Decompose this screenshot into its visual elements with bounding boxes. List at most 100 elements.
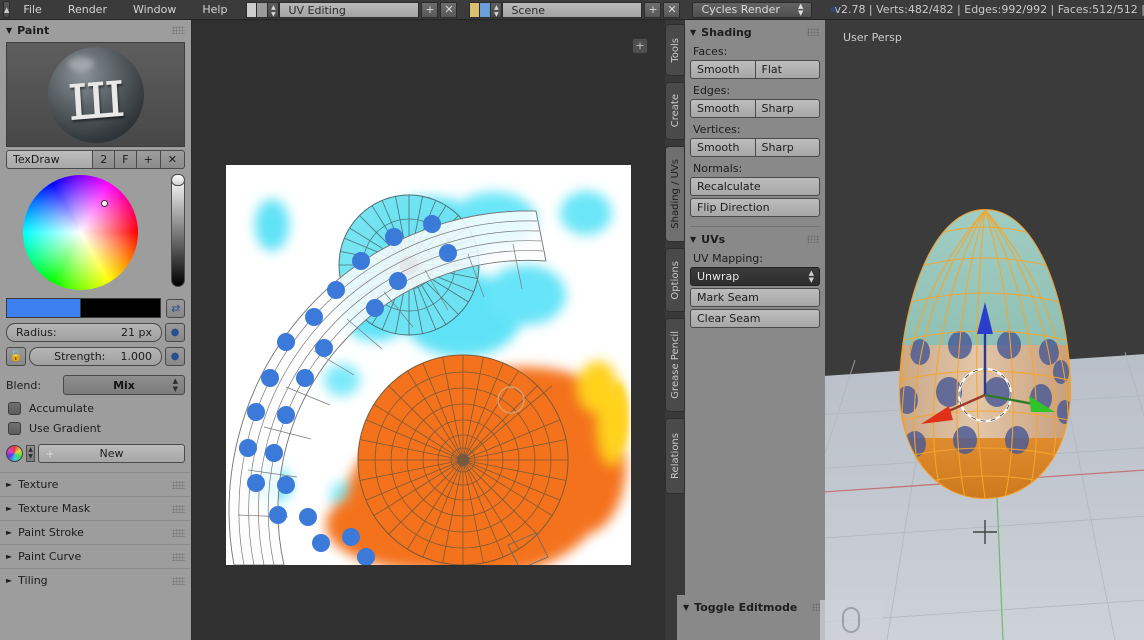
strength-field[interactable]: Strength: 1.000 — [29, 347, 162, 366]
brush-users-count[interactable]: 2 — [93, 150, 115, 169]
blend-mode-dropdown[interactable]: Mix ▲▼ — [63, 375, 185, 395]
use-gradient-row[interactable]: Use Gradient — [8, 422, 185, 435]
layout-spinner-icon[interactable]: ▲▼ — [268, 2, 279, 18]
panel-paint-stroke[interactable]: ► Paint Stroke — [0, 520, 191, 544]
brush-preview[interactable]: ш — [6, 42, 185, 147]
recalculate-normals-button[interactable]: Recalculate — [690, 177, 820, 196]
strength-lock-icon[interactable]: 🔓 — [6, 347, 26, 366]
strength-label: Strength: — [54, 350, 105, 363]
uv-mapping-dropdown[interactable]: Unwrap ▲▼ — [690, 267, 820, 286]
panel-texture-mask[interactable]: ► Texture Mask — [0, 496, 191, 520]
new-texture-button[interactable]: + New — [38, 444, 185, 463]
triangle-right-icon: ► — [6, 576, 12, 585]
vertices-sharp-button[interactable]: Sharp — [756, 138, 821, 157]
color-wheel-cursor[interactable] — [101, 200, 108, 207]
paint-panel-header[interactable]: ▼ Paint — [0, 20, 191, 40]
blender-window: ▲ File Render Window Help ▲▼ UV Editing … — [0, 0, 1144, 640]
scene-spinner-icon[interactable]: ▲▼ — [491, 2, 502, 18]
tab-tools[interactable]: Tools — [665, 24, 685, 76]
vertices-smooth-button[interactable]: Smooth — [690, 138, 756, 157]
texture-browse-spinner-icon[interactable]: ▲▼ — [26, 445, 35, 462]
panel-paint-stroke-label: Paint Stroke — [18, 526, 84, 539]
shading-section-header[interactable]: ▼ Shading — [690, 20, 820, 40]
tab-grease-pencil[interactable]: Grease Pencil — [665, 318, 685, 412]
edges-sharp-button[interactable]: Sharp — [756, 99, 821, 118]
toggle-editmode-header[interactable]: ▼ Toggle Editmode — [677, 595, 825, 615]
brush-preview-sphere: ш — [48, 47, 144, 143]
brush-new-button[interactable]: + — [137, 150, 161, 169]
uv-panel-expand-handle[interactable]: + — [632, 38, 648, 54]
value-slider-knob[interactable] — [171, 174, 185, 186]
panel-grip-icon — [172, 26, 185, 34]
use-gradient-checkbox[interactable] — [8, 422, 21, 435]
brush-fake-user-button[interactable]: F — [115, 150, 136, 169]
faces-smooth-button[interactable]: Smooth — [690, 60, 756, 79]
render-engine-dropdown[interactable]: Cycles Render ▲▼ — [692, 2, 812, 18]
triangle-down-icon: ▼ — [683, 603, 689, 612]
uv-canvas[interactable] — [226, 165, 631, 565]
tab-relations-label: Relations — [670, 428, 681, 484]
add-scene-button[interactable]: + — [644, 2, 661, 18]
accumulate-checkbox[interactable] — [8, 402, 21, 415]
menu-help[interactable]: Help — [189, 0, 240, 20]
uv-image-editor[interactable]: + — [192, 20, 665, 640]
scene-selector[interactable]: ▲▼ Scene + ✕ — [469, 1, 680, 18]
normals-label: Normals: — [693, 162, 820, 175]
panel-grip-icon — [807, 235, 820, 243]
blend-row: Blend: Mix ▲▼ — [6, 375, 185, 395]
chevron-updown-icon: ▲▼ — [173, 377, 178, 393]
add-layout-button[interactable]: + — [421, 2, 438, 18]
strength-row: 🔓 Strength: 1.000 ● — [6, 347, 185, 366]
panel-tiling[interactable]: ► Tiling — [0, 568, 191, 592]
swap-colors-icon[interactable]: ⇄ — [166, 299, 185, 318]
triangle-down-icon: ▼ — [690, 28, 696, 37]
delete-scene-button[interactable]: ✕ — [663, 2, 680, 18]
strength-pressure-icon[interactable]: ● — [165, 347, 185, 366]
panel-grip-icon — [172, 529, 185, 537]
tab-grease-pencil-label: Grease Pencil — [670, 326, 681, 404]
menu-window[interactable]: Window — [120, 0, 189, 20]
panel-grip-icon — [172, 505, 185, 513]
tab-shading-uvs[interactable]: Shading / UVs — [665, 146, 685, 242]
panel-paint-curve[interactable]: ► Paint Curve — [0, 544, 191, 568]
accumulate-row[interactable]: Accumulate — [8, 402, 185, 415]
3d-viewport[interactable]: User Persp — [825, 20, 1144, 640]
triangle-down-icon: ▼ — [6, 26, 12, 35]
edges-smooth-button[interactable]: Smooth — [690, 99, 756, 118]
panel-grip-icon — [172, 481, 185, 489]
tab-options[interactable]: Options — [665, 248, 685, 312]
tab-create-label: Create — [670, 89, 681, 132]
collapsed-panel-list: ► Texture ► Texture Mask ► Paint Stroke … — [0, 472, 191, 592]
blender-menu-icon[interactable]: ▲ — [3, 1, 10, 18]
brush-name-field[interactable]: TexDraw — [6, 150, 93, 169]
layout-selector[interactable]: ▲▼ UV Editing + ✕ — [246, 1, 457, 18]
chevron-updown-icon: ▲▼ — [809, 270, 814, 284]
scene-name-field[interactable]: Scene — [502, 2, 642, 18]
clear-seam-button[interactable]: Clear Seam — [690, 309, 820, 328]
value-slider[interactable] — [171, 175, 185, 287]
tab-relations[interactable]: Relations — [665, 418, 685, 494]
triangle-right-icon: ► — [6, 552, 12, 561]
menu-render[interactable]: Render — [55, 0, 120, 20]
blend-mode-value: Mix — [113, 379, 135, 392]
layout-name-field[interactable]: UV Editing — [279, 2, 419, 18]
secondary-color-swatch[interactable] — [81, 298, 161, 318]
panel-texture[interactable]: ► Texture — [0, 472, 191, 496]
brush-unlink-button[interactable]: ✕ — [161, 150, 185, 169]
color-ramp-icon[interactable] — [6, 445, 23, 462]
tab-create[interactable]: Create — [665, 82, 685, 140]
flip-direction-button[interactable]: Flip Direction — [690, 198, 820, 217]
mouse-icon — [842, 607, 860, 633]
radius-value: 21 px — [121, 326, 152, 339]
radius-pressure-icon[interactable]: ● — [165, 323, 185, 342]
mark-seam-button[interactable]: Mark Seam — [690, 288, 820, 307]
menu-file[interactable]: File — [10, 0, 54, 20]
uvs-section-header[interactable]: ▼ UVs — [690, 227, 820, 247]
uv-mapping-label: UV Mapping: — [693, 252, 820, 265]
primary-color-swatch[interactable] — [6, 298, 81, 318]
faces-flat-button[interactable]: Flat — [756, 60, 821, 79]
panel-paint-curve-label: Paint Curve — [18, 550, 81, 563]
radius-field[interactable]: Radius: 21 px — [6, 323, 162, 342]
delete-layout-button[interactable]: ✕ — [440, 2, 457, 18]
color-wheel[interactable] — [23, 175, 138, 290]
